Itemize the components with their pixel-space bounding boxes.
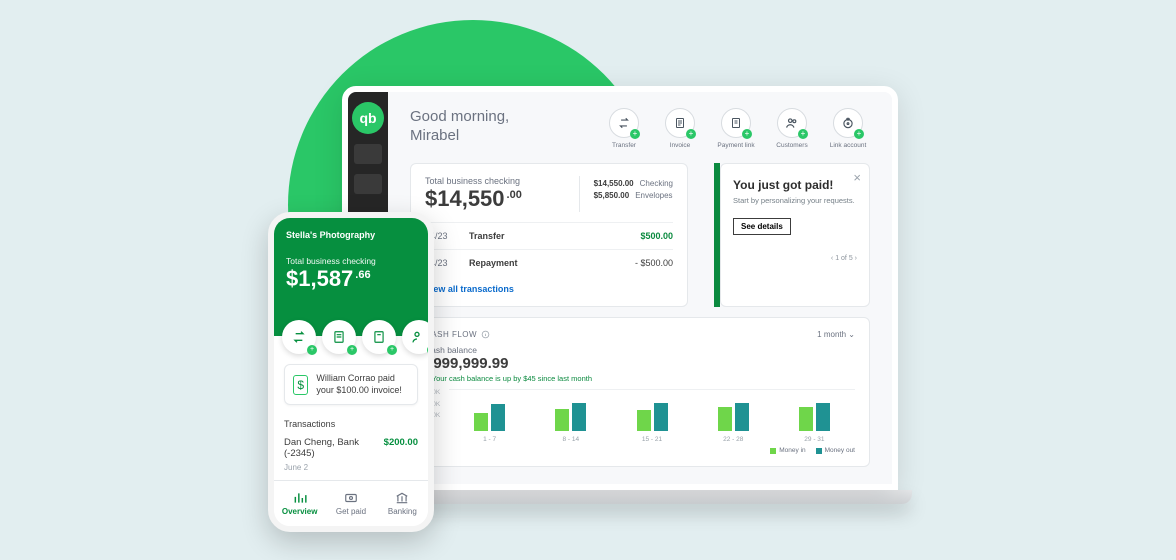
- phone-balance-amount: $1,587.66: [286, 266, 416, 292]
- payment-notification[interactable]: $ William Corrao paid your $100.00 invoi…: [284, 364, 418, 405]
- transaction-row[interactable]: 04/23Transfer$500.00: [425, 222, 673, 249]
- tx-desc: Transfer: [469, 231, 613, 241]
- cash-trend: ↑ Your cash balance is up by $45 since l…: [425, 374, 855, 383]
- phone-device: Stella's Photography Total business chec…: [268, 212, 434, 532]
- action-label: Customers: [776, 142, 807, 149]
- sidebar-slot[interactable]: [354, 144, 382, 164]
- info-icon[interactable]: [481, 330, 490, 339]
- phone-bottom-nav: Overview Get paid Banking: [274, 480, 428, 526]
- overview-icon: [292, 491, 308, 505]
- tx-desc: Repayment: [469, 258, 613, 268]
- paid-title: You just got paid!: [733, 178, 857, 192]
- plus-icon: +: [798, 129, 808, 139]
- action-invoice[interactable]: + Invoice: [658, 108, 702, 149]
- bar-money-out: [654, 403, 668, 431]
- action-payment-link[interactable]: + Payment link: [714, 108, 758, 149]
- phone-quick-actions: + + + +: [282, 320, 434, 354]
- card-pager[interactable]: ‹ 1 of 5 ›: [733, 255, 857, 262]
- cashflow-chart: 600K400K200K0: [425, 389, 855, 431]
- nav-banking[interactable]: Banking: [377, 481, 428, 526]
- banking-icon: [394, 491, 410, 505]
- nav-get-paid[interactable]: Get paid: [325, 481, 376, 526]
- balance-card: Total business checking $14,550.00 $14,5…: [410, 163, 688, 307]
- chart-bar-group: [693, 389, 774, 431]
- bar-money-in: [637, 410, 651, 431]
- qb-logo-icon: qb: [352, 102, 384, 134]
- phone-action-invoice[interactable]: +: [322, 320, 356, 354]
- action-link-account[interactable]: + Link account: [826, 108, 870, 149]
- close-icon[interactable]: ×: [853, 170, 861, 185]
- business-name: Stella's Photography: [286, 230, 416, 240]
- cashflow-card: CASH FLOW 1 month ⌄ Cash balance $999,99…: [410, 317, 870, 467]
- phone-balance-label: Total business checking: [286, 256, 416, 266]
- action-label: Payment link: [717, 142, 754, 149]
- get-paid-icon: [343, 491, 359, 505]
- transaction-name: Dan Cheng, Bank (-2345): [284, 437, 384, 459]
- cash-balance-label: Cash balance: [425, 345, 855, 355]
- period-selector[interactable]: 1 month ⌄: [817, 330, 855, 339]
- legend-swatch-out: [816, 448, 822, 454]
- plus-icon: +: [686, 129, 696, 139]
- bar-money-in: [718, 407, 732, 431]
- bar-money-in: [555, 409, 569, 431]
- transactions-heading: Transactions: [284, 419, 418, 429]
- phone-header: Stella's Photography Total business chec…: [274, 218, 428, 336]
- view-all-transactions-link[interactable]: View all transactions: [425, 276, 673, 294]
- action-label: Invoice: [670, 142, 691, 149]
- plus-icon: +: [630, 129, 640, 139]
- chart-bar-group: [774, 389, 855, 431]
- money-icon: $: [293, 375, 308, 395]
- balance-amount: $14,550.00: [425, 186, 559, 212]
- chart-bar-group: [530, 389, 611, 431]
- paid-subtitle: Start by personalizing your requests.: [733, 196, 857, 206]
- chart-legend: Money in Money out: [425, 447, 855, 454]
- cash-balance-amount: $999,999.99: [425, 355, 855, 372]
- action-transfer[interactable]: + Transfer: [602, 108, 646, 149]
- balance-breakdown: $14,550.00Checking $5,850.00Envelopes: [579, 176, 673, 212]
- transaction-row[interactable]: 04/23Repayment- $500.00: [425, 249, 673, 276]
- action-label: Transfer: [612, 142, 636, 149]
- sidebar-slot[interactable]: [354, 174, 382, 194]
- see-details-button[interactable]: See details: [733, 218, 791, 235]
- transaction-amount: $200.00: [384, 437, 418, 472]
- transaction-list: 04/23Transfer$500.0004/23Repayment- $500…: [425, 222, 673, 276]
- bar-money-out: [491, 404, 505, 431]
- chart-bar-group: [449, 389, 530, 431]
- nav-overview[interactable]: Overview: [274, 481, 325, 526]
- action-label: Link account: [830, 142, 867, 149]
- phone-action-payment[interactable]: +: [362, 320, 396, 354]
- greeting-text: Good morning, Mirabel: [410, 108, 509, 146]
- bar-money-out: [735, 403, 749, 431]
- phone-action-transfer[interactable]: +: [282, 320, 316, 354]
- bar-money-out: [816, 403, 830, 431]
- bar-money-out: [572, 403, 586, 431]
- notification-text: William Corrao paid your $100.00 invoice…: [316, 373, 409, 396]
- bar-money-in: [799, 407, 813, 431]
- legend-swatch-in: [770, 448, 776, 454]
- quick-actions: + Transfer + Invoice + Payment link +: [602, 108, 870, 149]
- chart-bar-group: [611, 389, 692, 431]
- plus-icon: +: [742, 129, 752, 139]
- tx-amount: $500.00: [613, 231, 673, 241]
- phone-action-more[interactable]: +: [402, 320, 434, 354]
- balance-label: Total business checking: [425, 176, 559, 186]
- cashflow-heading: CASH FLOW: [425, 330, 490, 339]
- phone-transaction-row[interactable]: Dan Cheng, Bank (-2345) June 2 $200.00: [284, 437, 418, 472]
- transaction-date: June 2: [284, 463, 384, 472]
- bar-money-in: [474, 413, 488, 431]
- tx-amount: - $500.00: [613, 258, 673, 268]
- plus-icon: +: [854, 129, 864, 139]
- got-paid-card: × You just got paid! Start by personaliz…: [720, 163, 870, 307]
- action-customers[interactable]: + Customers: [770, 108, 814, 149]
